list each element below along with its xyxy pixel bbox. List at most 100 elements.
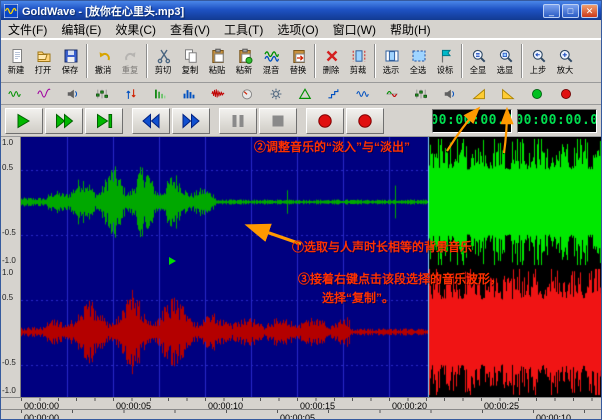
amplitude-ruler-1: 1.00.5-0.5-1.0 (1, 137, 21, 267)
toolbar-button-set-marker[interactable]: 设标 (432, 41, 459, 82)
record-new-button[interactable] (346, 108, 384, 134)
noise-button[interactable] (208, 85, 228, 103)
record-icon (315, 113, 335, 129)
toolbar-button-redo[interactable]: 重复 (117, 41, 144, 82)
goldwave-window: GoldWave - [放你在心里头.mp3] _ □ ✕ 文件(F)编辑(E)… (0, 0, 602, 420)
toolbar-label-open: 打开 (35, 65, 52, 74)
doppler-button[interactable] (353, 85, 373, 103)
annotation-step3-line2: 选择“复制”。 (322, 289, 394, 306)
speaker-button[interactable] (63, 85, 83, 103)
mixer-sliders-button[interactable] (92, 85, 112, 103)
waveform-button[interactable] (5, 85, 25, 103)
toolbar-label-new: 新建 (8, 65, 25, 74)
interpolate-button[interactable] (324, 85, 344, 103)
toolbar-button-new[interactable]: 新建 (3, 41, 30, 82)
amplitude-label: 0.5 (2, 293, 13, 302)
play-all-button[interactable] (45, 108, 83, 134)
menu-file[interactable]: 文件(F) (1, 19, 54, 40)
minimize-button[interactable]: _ (543, 4, 560, 18)
toolbar-button-open[interactable]: 打开 (30, 41, 57, 82)
toolbar-button-delete[interactable]: 删除 (318, 41, 345, 82)
dynamics-icon (414, 87, 428, 101)
toolbar-button-copy[interactable]: 复制 (177, 41, 204, 82)
echo-button[interactable] (150, 85, 170, 103)
mechanize-button[interactable] (266, 85, 286, 103)
zoom-selection-icon (498, 48, 514, 64)
pitch-button[interactable] (295, 85, 315, 103)
fade-in-icon (472, 87, 486, 101)
toolbar-label-delete: 删除 (323, 65, 340, 74)
undo-icon (96, 48, 112, 64)
toolbar-label-zoom-selection: 选显 (497, 65, 514, 74)
menu-tools[interactable]: 工具(T) (217, 19, 270, 40)
volume-icon (443, 87, 457, 101)
menu-options[interactable]: 选项(O) (270, 19, 325, 40)
record-icon (355, 113, 375, 129)
record-button[interactable] (306, 108, 344, 134)
noise-reduction-button[interactable] (556, 85, 576, 103)
time-label: 00:00:10 (208, 401, 243, 409)
toolbar-label-save: 保存 (62, 65, 79, 74)
invert-button[interactable] (382, 85, 402, 103)
toolbar-button-zoom-previous[interactable]: 上步 (525, 41, 552, 82)
time-label: 00:00:20 (392, 401, 427, 409)
menu-help[interactable]: 帮助(H) (383, 19, 438, 40)
toolbar-label-trim: 剪裁 (350, 65, 367, 74)
toolbar-button-cut[interactable]: 剪切 (150, 41, 177, 82)
time-label: 00:00:05 (116, 401, 151, 409)
redo-icon (123, 48, 139, 64)
menu-window[interactable]: 窗口(W) (326, 19, 383, 40)
sine-button[interactable] (34, 85, 54, 103)
select-view-icon (384, 48, 400, 64)
annotation-step3-line1: ③接着右键点击该段选择的音乐波形， (298, 270, 502, 287)
play-button[interactable] (5, 108, 43, 134)
speaker-icon (66, 87, 80, 101)
annotation-step1: ①选取与人声时长相等的背景音乐 (292, 238, 472, 255)
amplitude-ruler-2: 1.00.5-0.5-1.0 (1, 267, 21, 397)
toolbar-button-zoom-all[interactable]: 全显 (465, 41, 492, 82)
volume-button[interactable] (440, 85, 460, 103)
cut-icon (156, 48, 172, 64)
toolbar-button-paste-new[interactable]: 粘新 (231, 41, 258, 82)
close-button[interactable]: ✕ (581, 4, 598, 18)
pause-button[interactable] (219, 108, 257, 134)
maximize-button[interactable]: □ (562, 4, 579, 18)
effects-toolbar (1, 83, 601, 105)
toolbar-button-mix[interactable]: 混音 (258, 41, 285, 82)
time-ruler-detail[interactable]: 00:00:0000:00:0500:00:1000:00:1500:00:20… (1, 397, 601, 409)
dynamics-button[interactable] (411, 85, 431, 103)
play-selection-button[interactable] (85, 108, 123, 134)
match-volume-icon (530, 87, 544, 101)
toolbar-button-replace[interactable]: 替换 (285, 41, 312, 82)
toolbar-button-zoom-selection[interactable]: 选显 (492, 41, 519, 82)
offset-arrows-button[interactable] (121, 85, 141, 103)
menu-effects[interactable]: 效果(C) (108, 19, 163, 40)
toolbar-label-zoom-previous: 上步 (530, 65, 547, 74)
time-label: 00:00:05 (280, 413, 315, 420)
menu-view[interactable]: 查看(V) (163, 19, 217, 40)
match-volume-button[interactable] (527, 85, 547, 103)
rewind-button[interactable] (132, 108, 170, 134)
mechanize-icon (269, 87, 283, 101)
time-ruler-overview[interactable]: 00:00:0000:00:0500:00:10 (1, 409, 601, 420)
toolbar-button-trim[interactable]: 剪裁 (345, 41, 372, 82)
toolbar-button-select-all[interactable]: 全选 (405, 41, 432, 82)
pitch-icon (298, 87, 312, 101)
toolbar-label-replace: 替换 (290, 65, 307, 74)
toolbar-button-select-view[interactable]: 选示 (378, 41, 405, 82)
fade-out-button[interactable] (498, 85, 518, 103)
delete-icon (324, 48, 340, 64)
fast-forward-button[interactable] (172, 108, 210, 134)
toolbar-button-paste[interactable]: 粘贴 (204, 41, 231, 82)
new-icon (9, 48, 25, 64)
stop-button[interactable] (259, 108, 297, 134)
transport-buttons (5, 108, 386, 134)
toolbar-button-undo[interactable]: 撤消 (90, 41, 117, 82)
toolbar-button-save[interactable]: 保存 (57, 41, 84, 82)
filter-button[interactable] (179, 85, 199, 103)
fade-in-button[interactable] (469, 85, 489, 103)
waveform-icon (8, 87, 22, 101)
toolbar-button-zoom-in[interactable]: 放大 (552, 41, 579, 82)
menu-edit[interactable]: 编辑(E) (54, 19, 108, 40)
pan-button[interactable] (237, 85, 257, 103)
